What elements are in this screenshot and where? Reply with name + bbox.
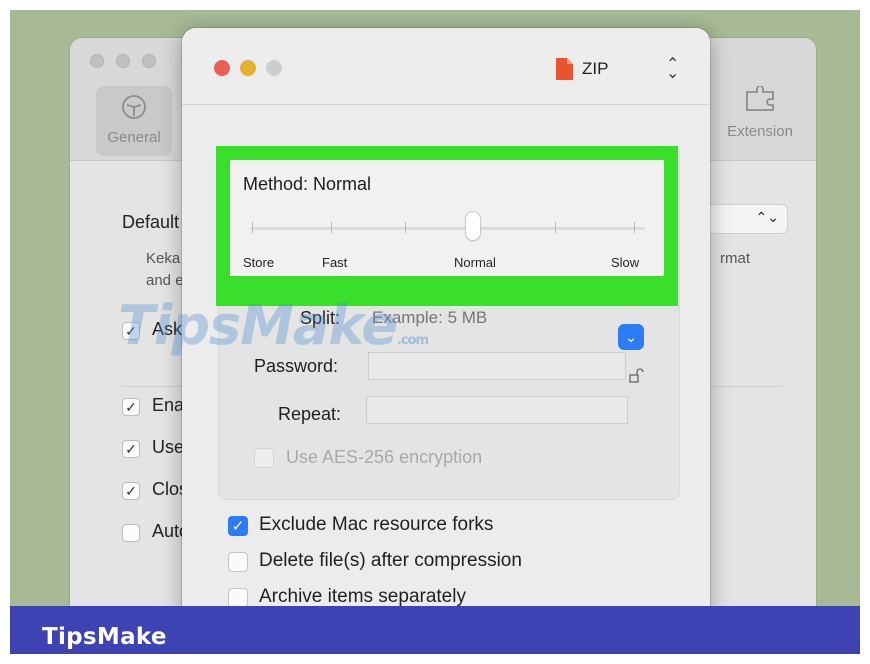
minimize-button[interactable] <box>240 60 256 76</box>
exclude-resource-forks-label: Exclude Mac resource forks <box>259 514 494 535</box>
repeat-password-field[interactable] <box>366 396 628 424</box>
unlock-icon[interactable] <box>628 368 644 384</box>
chevron-updown-icon[interactable]: ⌃ ⌄ <box>666 57 679 82</box>
repeat-label: Repeat: <box>278 404 342 424</box>
puzzle-piece-icon <box>746 85 774 111</box>
delete-after-compression-label: Delete file(s) after compression <box>259 550 522 571</box>
exclude-resource-forks-checkbox[interactable]: ✓ <box>228 516 248 536</box>
use-label: Use <box>152 437 185 457</box>
default-label: Default <box>122 212 180 232</box>
highlight-box: Method: Normal Store Fast Normal Slow <box>216 146 678 306</box>
enable-checkbox[interactable]: ✓ <box>122 398 140 416</box>
close-button[interactable] <box>90 54 104 68</box>
image-frame: General Extension Default Keka and e rma… <box>10 10 860 654</box>
inactive-window-controls <box>90 54 156 68</box>
brand-logo-text: TipsMake <box>42 624 167 650</box>
toolbar-extension-label: Extension <box>727 123 793 140</box>
close-checkbox[interactable]: ✓ <box>122 482 140 500</box>
method-slider-thumb[interactable] <box>466 212 480 240</box>
enable-label: Ena <box>152 395 185 415</box>
split-size-select[interactable]: ⌄ <box>618 324 644 350</box>
archive-separately-label: Archive items separately <box>259 586 466 606</box>
method-title: Method: Normal <box>243 174 372 194</box>
slider-tick <box>480 222 481 233</box>
toolbar-general-label: General <box>107 129 161 146</box>
chevron-updown-icon: ⌃⌄ <box>755 209 779 225</box>
slider-tick <box>331 222 332 233</box>
close-button[interactable] <box>214 60 230 76</box>
slider-tick <box>405 222 406 233</box>
watermark-text: TipsMake <box>118 294 398 357</box>
slider-label-normal: Normal <box>454 255 496 270</box>
format-description: rmat <box>720 250 750 267</box>
method-section: Method: Normal Store Fast Normal Slow <box>230 160 664 276</box>
slider-label-slow: Slow <box>611 255 640 270</box>
description-line-1: Keka <box>146 250 181 267</box>
method-slider-track[interactable] <box>250 227 645 230</box>
keka-titlebar: ZIP ⌃ ⌄ <box>182 28 710 105</box>
slider-tick <box>634 222 635 233</box>
slider-label-fast: Fast <box>322 255 348 270</box>
slider-label-store: Store <box>243 255 275 270</box>
delete-after-compression-checkbox[interactable] <box>228 552 248 572</box>
toolbar-extension-tab[interactable]: Extension <box>710 85 810 140</box>
format-selector[interactable]: ZIP <box>554 56 608 82</box>
aes-label: Use AES-256 encryption <box>286 447 483 467</box>
zoom-button[interactable] <box>266 60 282 76</box>
zoom-button[interactable] <box>142 54 156 68</box>
gauge-icon <box>122 95 146 119</box>
password-label: Password: <box>254 356 339 376</box>
slider-tick <box>252 222 253 233</box>
slider-tick <box>555 222 556 233</box>
desktop-background: General Extension Default Keka and e rma… <box>10 10 860 606</box>
use-checkbox[interactable]: ✓ <box>122 440 140 458</box>
window-controls <box>214 60 282 76</box>
auto-checkbox[interactable] <box>122 524 140 542</box>
watermark: TipsMake.com <box>118 294 429 357</box>
minimize-button[interactable] <box>116 54 130 68</box>
toolbar-general-tab[interactable]: General <box>96 86 172 156</box>
description-line-2: and e <box>146 272 184 289</box>
zip-file-icon <box>556 58 573 80</box>
watermark-suffix: .com <box>396 333 429 348</box>
format-label: ZIP <box>582 59 609 78</box>
archive-separately-checkbox[interactable] <box>228 588 248 606</box>
aes-checkbox[interactable] <box>254 448 274 468</box>
default-format-select[interactable]: ⌃⌄ <box>700 204 788 234</box>
